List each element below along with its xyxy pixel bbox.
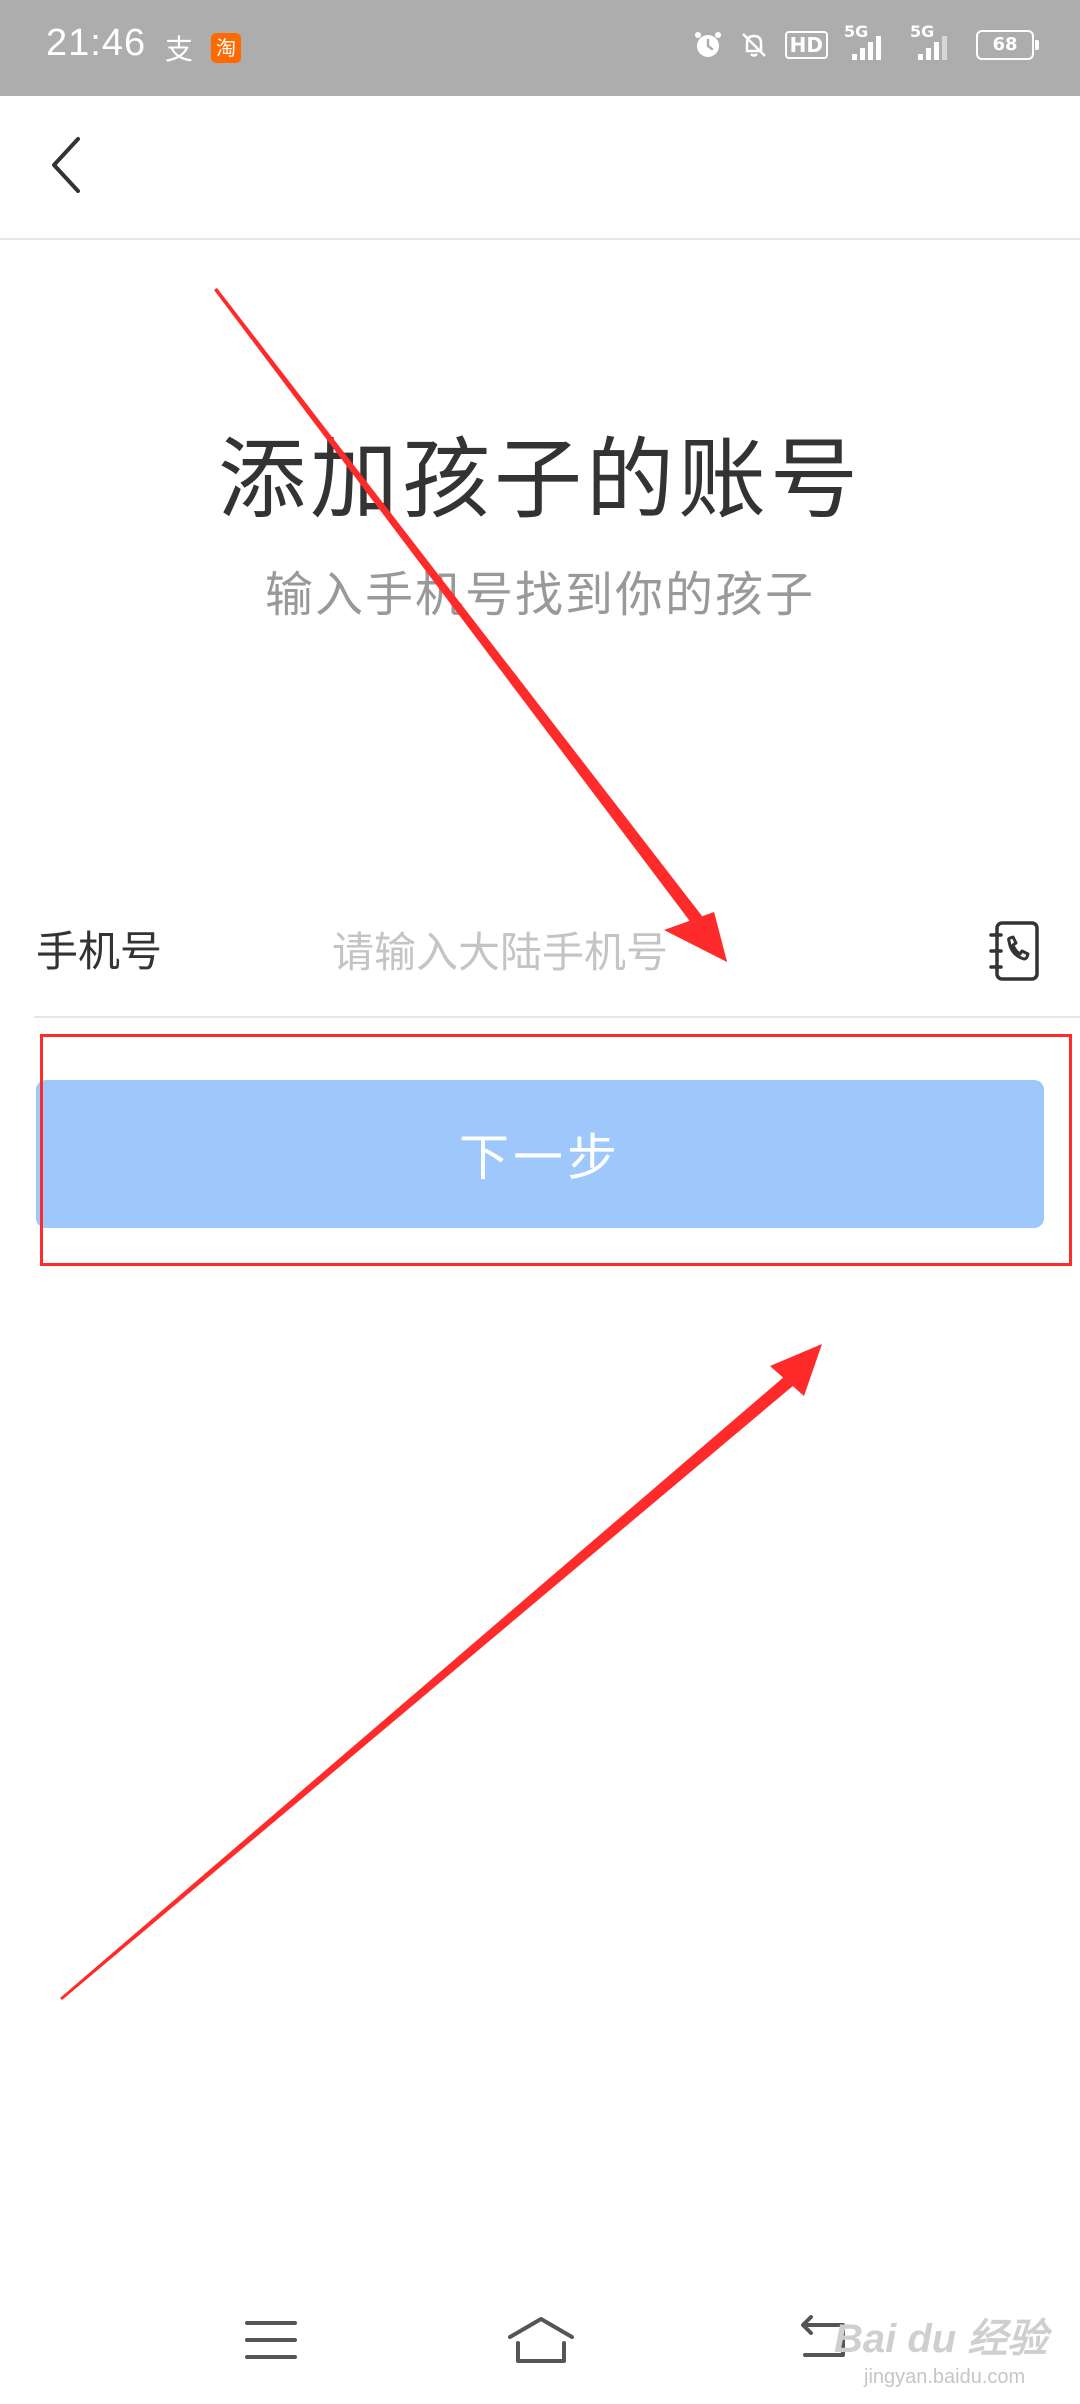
signal-icon-2: 5G [910,22,960,62]
contacts-button[interactable] [986,916,1046,986]
menu-icon [245,2321,297,2359]
home-button[interactable] [506,2310,576,2370]
alipay-icon: 支 [165,33,194,66]
status-time: 21:46 [46,22,147,64]
phone-input[interactable] [332,920,972,984]
chevron-left-icon [52,137,80,193]
annotation-arrow-bottom [60,1344,822,2000]
watermark-url: jingyan.baidu.com [864,2366,1026,2388]
taobao-icon: 淘 [211,33,242,63]
watermark-logo: Bai du 经验 [834,2317,1048,2361]
signal-icon-1: 5G [844,22,894,62]
hd-voice-icon: HD [784,31,828,59]
battery-icon: 68 [976,30,1039,60]
status-indicators: HD 5G 5G 68 [693,22,1039,62]
top-nav [0,96,1080,240]
page-title: 添加孩子的账号 [217,428,862,531]
phone-input-row: 手机号 [34,900,1080,1018]
home-icon [508,2317,574,2363]
notification-icons: 支 淘 [165,28,242,68]
menu-button[interactable] [236,2310,306,2370]
next-button[interactable]: 下一步 [36,1080,1044,1228]
status-bar: 21:46 支 淘 HD 5G 5G 68 [0,0,1080,96]
mute-bell-icon [739,30,769,60]
alarm-icon [693,30,723,60]
page-subtitle: 输入手机号找到你的孩子 [264,567,815,623]
back-button[interactable] [36,130,96,200]
watermark: Bai du 经验 jingyan.baidu.com [834,2306,1054,2396]
phone-label: 手机号 [36,927,163,976]
contact-book-icon [989,921,1039,981]
